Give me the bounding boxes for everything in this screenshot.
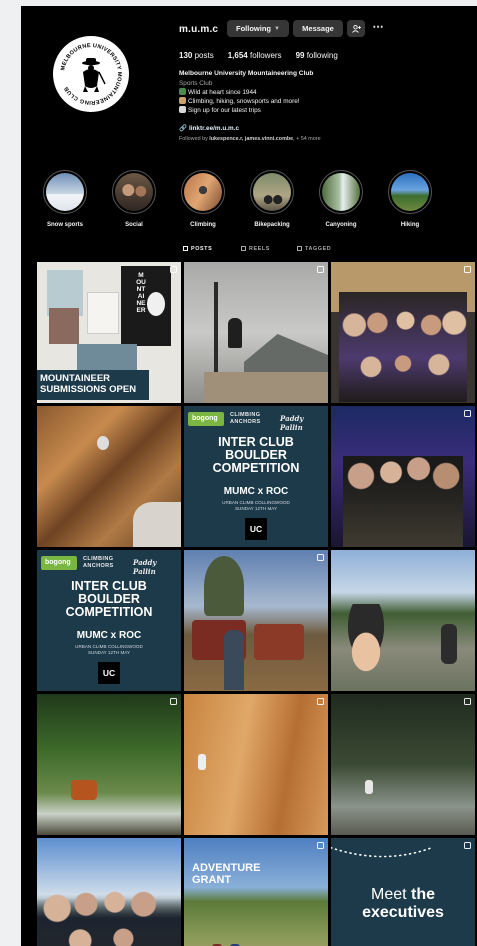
sponsor-bogong: bogong bbox=[192, 415, 218, 422]
bio-line: Climbing, hiking, snowsports and more! bbox=[179, 97, 300, 106]
carousel-icon bbox=[317, 266, 324, 273]
grid-icon bbox=[183, 246, 188, 251]
carousel-icon bbox=[170, 266, 177, 273]
highlight-canyoning[interactable]: Canyoning bbox=[311, 170, 371, 228]
post-title: ADVENTURE GRANT bbox=[192, 862, 261, 886]
highlight-image bbox=[184, 173, 222, 211]
climber-emoji-icon bbox=[179, 97, 186, 104]
mountain-emoji-icon bbox=[179, 88, 186, 95]
highlight-snow-sports[interactable]: Snow sports bbox=[35, 170, 95, 228]
carousel-icon bbox=[464, 698, 471, 705]
chevron-down-icon: ▼ bbox=[274, 25, 280, 32]
carousel-icon bbox=[317, 554, 324, 561]
carousel-icon bbox=[317, 842, 324, 849]
profile-link[interactable]: 🔗 linktr.ee/m.u.m.c bbox=[179, 124, 239, 132]
highlight-hiking[interactable]: Hiking bbox=[380, 170, 440, 228]
carousel-icon bbox=[170, 698, 177, 705]
post-title: INTER CLUB BOULDER COMPETITION bbox=[65, 579, 153, 619]
profile-full-name: Melbourne University Mountaineering Club bbox=[179, 70, 314, 77]
profile-bio: Wild at heart since 1944 Climbing, hikin… bbox=[179, 88, 300, 115]
bio-line: Sign up for our latest trips bbox=[179, 106, 300, 115]
post-tile[interactable] bbox=[331, 406, 475, 547]
profile-avatar[interactable]: MELBOURNE UNIVERSITY MOUNTAINEERING CLUB bbox=[53, 36, 129, 112]
posts-grid: MOUNTAINEER MOUNTAINEERSUBMISSIONS OPEN bbox=[37, 262, 475, 946]
profile-stats: 130 posts 1,654 followers 99 following bbox=[179, 51, 338, 60]
post-tile[interactable]: bogong CLIMBING ANCHORS Paddy Pallin INT… bbox=[184, 406, 328, 547]
carousel-icon bbox=[464, 410, 471, 417]
tab-tagged[interactable]: TAGGED bbox=[297, 246, 331, 252]
sponsor-climbing-anchors: CLIMBING ANCHORS bbox=[83, 556, 114, 569]
uc-logo: UC bbox=[249, 524, 263, 534]
post-title: MOUNTAINEER SUBMISSIONS OPEN bbox=[40, 373, 137, 395]
sponsor-paddy-pallin: Paddy Pallin bbox=[133, 558, 157, 576]
post-venue: URBAN CLIMB COLLINGWOOD bbox=[222, 500, 290, 505]
post-tile[interactable] bbox=[184, 694, 328, 835]
bio-line: Wild at heart since 1944 bbox=[179, 88, 300, 97]
highlight-image bbox=[391, 173, 429, 211]
post-venue: URBAN CLIMB COLLINGWOOD bbox=[75, 644, 143, 649]
post-subtitle: MUMC x ROC bbox=[76, 630, 142, 641]
followers-count[interactable]: 1,654 followers bbox=[228, 51, 282, 60]
following-button-label: Following bbox=[236, 24, 272, 33]
link-icon: 🔗 bbox=[179, 125, 187, 132]
reels-icon bbox=[241, 246, 246, 251]
post-tile[interactable]: bogong CLIMBING ANCHORS Paddy Pallin INT… bbox=[37, 550, 181, 691]
highlight-climbing[interactable]: Climbing bbox=[173, 170, 233, 228]
post-subtitle: MUMC x ROC bbox=[223, 486, 289, 497]
post-title: Meet the executives bbox=[362, 886, 444, 921]
post-tile[interactable] bbox=[331, 694, 475, 835]
post-tile[interactable] bbox=[37, 406, 181, 547]
sponsor-bogong: bogong bbox=[45, 559, 71, 566]
post-tile[interactable] bbox=[184, 550, 328, 691]
add-user-icon[interactable] bbox=[347, 20, 365, 37]
carousel-icon bbox=[317, 698, 324, 705]
highlight-bikepacking[interactable]: Bikepacking bbox=[242, 170, 302, 228]
post-tile[interactable] bbox=[331, 262, 475, 403]
profile-category: Sports Club bbox=[179, 80, 213, 87]
message-button[interactable]: Message bbox=[293, 20, 343, 37]
post-tile[interactable] bbox=[331, 550, 475, 691]
highlight-image bbox=[46, 173, 84, 211]
post-side-text: MOUNTAINEER bbox=[136, 272, 146, 314]
tagged-icon bbox=[297, 246, 302, 251]
club-logo: MELBOURNE UNIVERSITY MOUNTAINEERING CLUB bbox=[55, 38, 127, 110]
post-date: SUNDAY 12TH MAY bbox=[87, 650, 131, 655]
sponsor-climbing-anchors: CLIMBING ANCHORS bbox=[230, 412, 261, 425]
post-tile[interactable]: Meet the executives bbox=[331, 838, 475, 946]
profile-page: MELBOURNE UNIVERSITY MOUNTAINEERING CLUB… bbox=[21, 6, 477, 946]
sponsor-paddy-pallin: Paddy Pallin bbox=[280, 414, 304, 432]
highlight-social[interactable]: Social bbox=[104, 170, 164, 228]
carousel-icon bbox=[464, 842, 471, 849]
more-options-icon[interactable]: ⋯ bbox=[371, 20, 385, 37]
highlight-image bbox=[322, 173, 360, 211]
post-tile[interactable] bbox=[37, 838, 181, 946]
pin-emoji-icon bbox=[179, 106, 186, 113]
post-date: SUNDAY 12TH MAY bbox=[234, 506, 278, 511]
tab-posts[interactable]: POSTS bbox=[183, 246, 212, 252]
highlight-image bbox=[253, 173, 291, 211]
carousel-icon bbox=[464, 266, 471, 273]
post-tile[interactable] bbox=[184, 262, 328, 403]
uc-logo: UC bbox=[102, 668, 116, 678]
profile-username: m.u.m.c bbox=[179, 24, 219, 35]
post-tile[interactable]: ADVENTURE GRANT bbox=[184, 838, 328, 946]
profile-tabs: POSTS REELS TAGGED bbox=[21, 240, 477, 260]
following-button[interactable]: Following ▼ bbox=[227, 20, 289, 37]
followed-by[interactable]: Followed by lukespence.r, james.vinni.co… bbox=[179, 136, 321, 142]
posts-count[interactable]: 130 posts bbox=[179, 51, 214, 60]
tab-reels[interactable]: REELS bbox=[241, 246, 270, 252]
post-title: INTER CLUB BOULDER COMPETITION bbox=[212, 435, 300, 475]
story-highlights: Snow sports Social Climbing Bikepacking … bbox=[35, 170, 455, 240]
post-tile[interactable] bbox=[37, 694, 181, 835]
following-count[interactable]: 99 following bbox=[296, 51, 338, 60]
post-tile[interactable]: MOUNTAINEER MOUNTAINEER SUBMISSIONS OPEN bbox=[37, 262, 181, 403]
highlight-image bbox=[115, 173, 153, 211]
